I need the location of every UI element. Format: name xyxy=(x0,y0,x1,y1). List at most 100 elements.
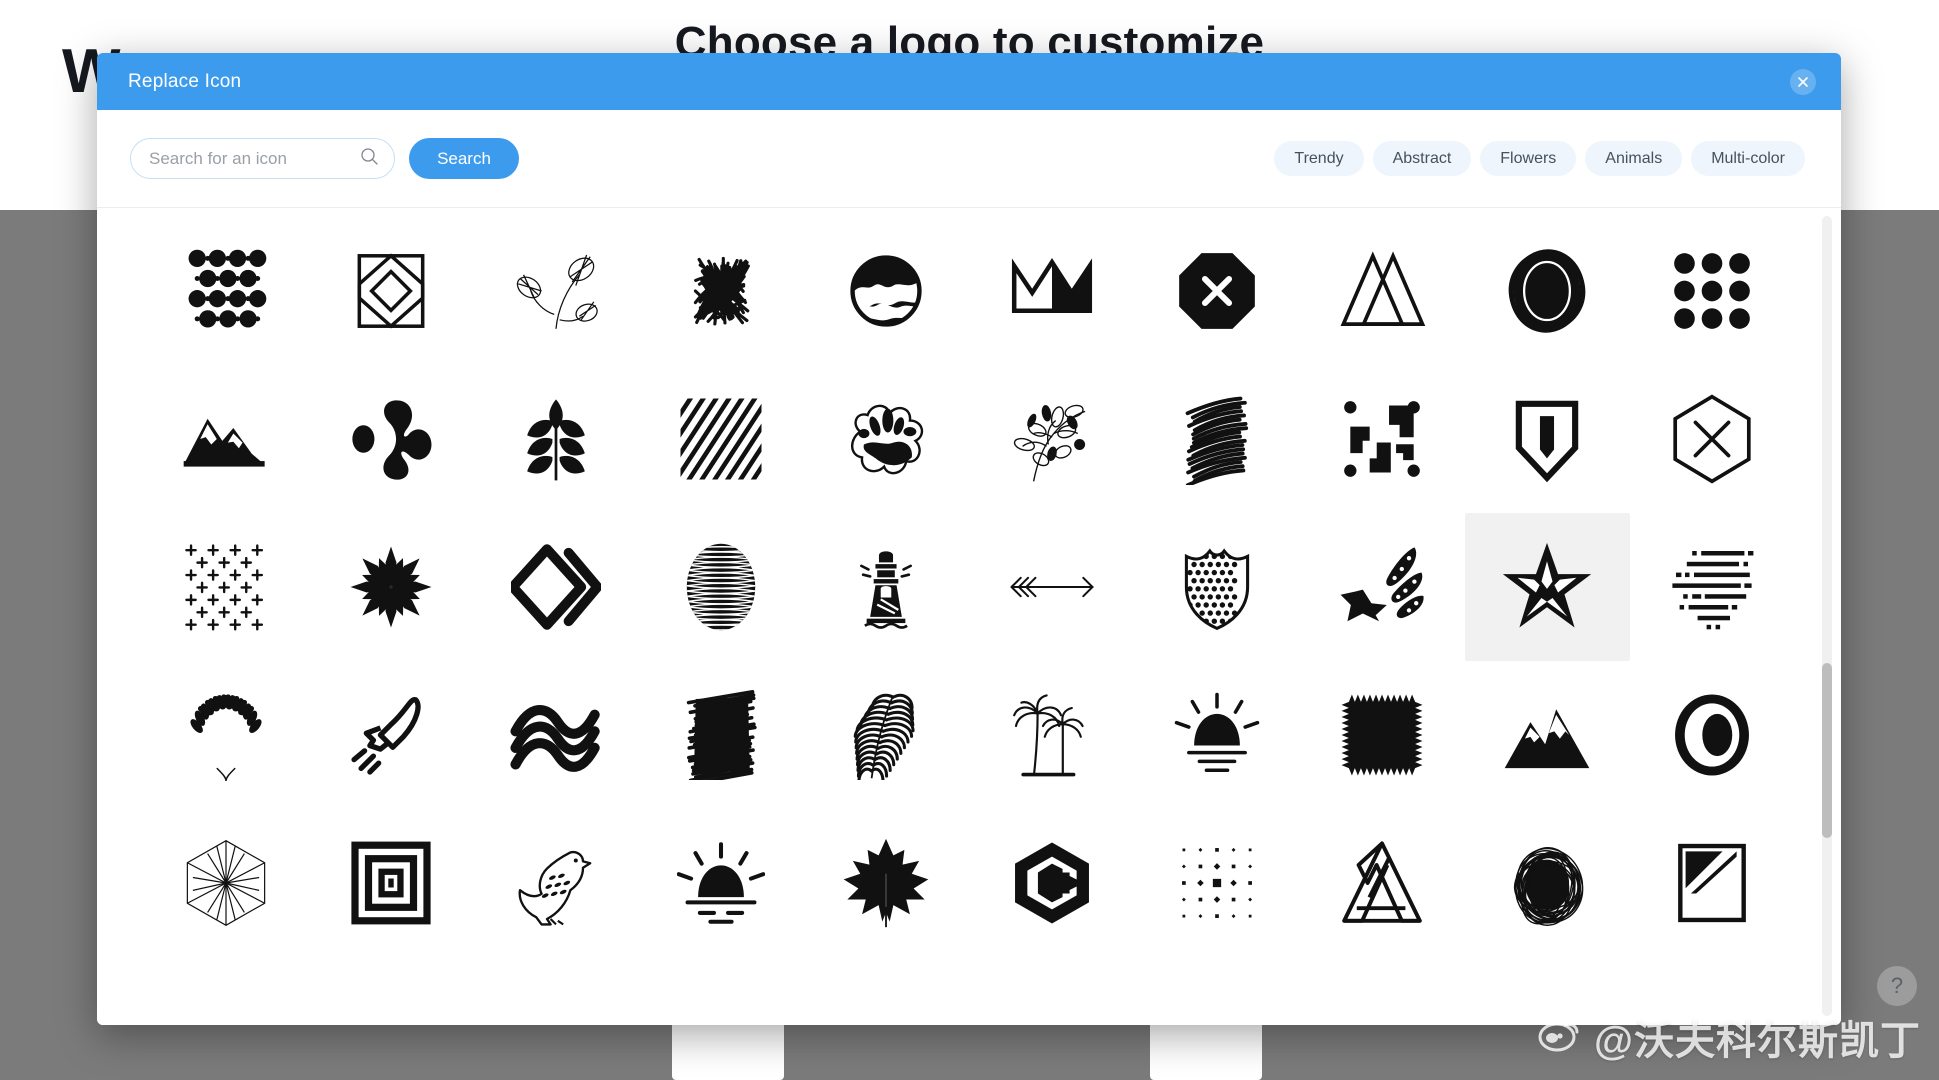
icon-cell[interactable] xyxy=(143,661,308,809)
diamond-dot-grid-icon xyxy=(1171,837,1263,929)
dialog-title-bar: Replace Icon xyxy=(97,53,1841,110)
icon-cell[interactable] xyxy=(473,365,638,513)
rocket-icon xyxy=(347,691,435,779)
icon-cell[interactable] xyxy=(804,513,969,661)
icon-cell[interactable] xyxy=(1134,809,1299,957)
lighthouse-icon xyxy=(842,543,930,631)
category-chip-multi-color[interactable]: Multi-color xyxy=(1691,141,1805,176)
globe-circle-icon xyxy=(842,247,930,335)
dialog-toolbar: Search Trendy Abstract Flowers Animals M… xyxy=(97,110,1841,208)
scribble-block-icon xyxy=(676,690,766,780)
scrollbar-track[interactable] xyxy=(1822,216,1832,1016)
icon-cell[interactable] xyxy=(308,661,473,809)
icon-cell[interactable] xyxy=(143,513,308,661)
icon-cell[interactable] xyxy=(804,809,969,957)
icon-cell[interactable] xyxy=(1299,365,1464,513)
icon-cell[interactable] xyxy=(1630,513,1795,661)
icon-cell[interactable] xyxy=(1630,809,1795,957)
icon-cell[interactable] xyxy=(969,365,1134,513)
icon-cell[interactable] xyxy=(308,217,473,365)
plus-grid-pattern-icon xyxy=(180,541,272,633)
nested-squares-maze-icon xyxy=(346,838,436,928)
palm-frond-icon xyxy=(841,690,931,780)
icon-cell[interactable] xyxy=(1299,809,1464,957)
icon-cell[interactable] xyxy=(1134,513,1299,661)
icon-cell[interactable] xyxy=(969,661,1134,809)
category-chip-flowers[interactable]: Flowers xyxy=(1480,141,1577,176)
icon-cell[interactable] xyxy=(639,365,804,513)
search-button[interactable]: Search xyxy=(409,138,519,179)
icon-cell[interactable] xyxy=(969,513,1134,661)
icon-cell[interactable] xyxy=(473,217,638,365)
icon-cell[interactable] xyxy=(1465,365,1630,513)
crown-icon xyxy=(1007,246,1097,336)
nested-geometric-square-icon xyxy=(347,247,435,335)
scrollbar-thumb[interactable] xyxy=(1822,663,1832,838)
scribble-oval-seal-icon xyxy=(1503,247,1591,335)
sunrise-rays-icon xyxy=(1173,691,1261,779)
icon-cell[interactable] xyxy=(1464,513,1630,661)
icon-cell[interactable] xyxy=(308,513,473,661)
icon-cell[interactable] xyxy=(1465,217,1630,365)
icon-cell[interactable] xyxy=(308,365,473,513)
icon-cell[interactable] xyxy=(639,661,804,809)
eagle-bird-icon xyxy=(511,838,601,928)
striped-sphere-icon xyxy=(676,542,766,632)
icon-cell[interactable] xyxy=(969,217,1134,365)
halftone-dots-pattern-icon xyxy=(178,243,274,339)
icon-cell[interactable] xyxy=(473,661,638,809)
icon-grid xyxy=(97,208,1841,957)
double-triangle-peaks-icon xyxy=(1336,245,1428,337)
starburst-flower-icon xyxy=(345,541,437,633)
category-chip-list: Trendy Abstract Flowers Animals Multi-co… xyxy=(1274,141,1805,176)
category-chip-animals[interactable]: Animals xyxy=(1585,141,1683,176)
icon-cell[interactable] xyxy=(308,809,473,957)
icon-cell[interactable] xyxy=(1299,513,1464,661)
icon-cell[interactable] xyxy=(143,365,308,513)
icon-cell[interactable] xyxy=(473,809,638,957)
icon-cell[interactable] xyxy=(1299,661,1464,809)
icon-cell[interactable] xyxy=(1299,217,1464,365)
dotted-shield-icon xyxy=(1172,542,1262,632)
scribble-circle-icon xyxy=(1502,838,1592,928)
help-button[interactable]: ? xyxy=(1877,966,1917,1006)
search-field-wrapper xyxy=(130,138,395,179)
category-chip-abstract[interactable]: Abstract xyxy=(1372,141,1472,176)
icon-cell[interactable] xyxy=(1134,661,1299,809)
octagon-x-icon xyxy=(1174,248,1260,334)
mountain-range-icon xyxy=(180,393,272,485)
icon-cell[interactable] xyxy=(143,217,308,365)
icon-cell[interactable] xyxy=(639,217,804,365)
icon-cell[interactable] xyxy=(804,217,969,365)
shooting-star-icon xyxy=(1337,542,1427,632)
long-arrow-right-icon xyxy=(1006,541,1098,633)
icon-cell[interactable] xyxy=(1630,217,1795,365)
search-input[interactable] xyxy=(130,138,395,179)
icon-cell[interactable] xyxy=(804,661,969,809)
icon-cell[interactable] xyxy=(1630,661,1795,809)
nautical-star-icon xyxy=(1501,541,1593,633)
icon-cell[interactable] xyxy=(1630,365,1795,513)
hexagon-x-icon xyxy=(1666,393,1758,485)
icon-cell[interactable] xyxy=(1134,365,1299,513)
category-chip-trendy[interactable]: Trendy xyxy=(1274,141,1364,176)
icon-cell[interactable] xyxy=(1465,809,1630,957)
icon-cell[interactable] xyxy=(804,365,969,513)
botanical-branch-icon xyxy=(1006,393,1098,485)
icon-cell[interactable] xyxy=(1465,661,1630,809)
speed-lines-icon xyxy=(1667,542,1757,632)
molecule-blob-icon xyxy=(345,393,437,485)
icon-cell[interactable] xyxy=(1134,217,1299,365)
icon-cell[interactable] xyxy=(473,513,638,661)
zigzag-edge-square-icon xyxy=(1336,689,1428,781)
dialog-title: Replace Icon xyxy=(128,70,242,92)
icon-cell[interactable] xyxy=(143,809,308,957)
icon-results-scroll-area xyxy=(97,208,1841,1025)
icon-cell[interactable] xyxy=(639,513,804,661)
close-icon[interactable] xyxy=(1790,68,1816,95)
sunset-horizon-icon xyxy=(677,839,766,927)
compound-leaf-icon xyxy=(511,394,601,484)
icon-cell[interactable] xyxy=(969,809,1134,957)
nine-dot-grid-icon xyxy=(1669,248,1755,334)
icon-cell[interactable] xyxy=(639,809,804,957)
